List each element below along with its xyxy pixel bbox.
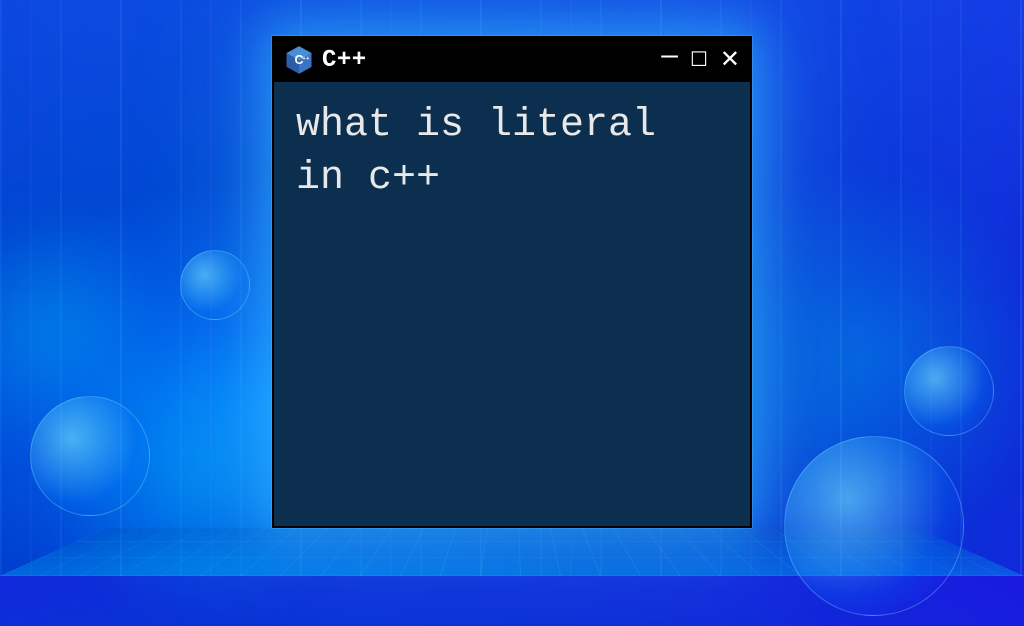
background-sphere (30, 396, 150, 516)
minimize-button[interactable]: – (661, 40, 678, 70)
background-sphere (180, 250, 250, 320)
cpp-icon: C + + (284, 45, 314, 75)
maximize-button[interactable]: ☐ (690, 50, 708, 70)
window-title: C++ (322, 47, 367, 74)
terminal-content: what is literal in c++ (274, 82, 750, 224)
terminal-window: C + + C++ – ☐ ✕ what is literal in c++ (272, 36, 752, 528)
background-sphere (904, 346, 994, 436)
background-sphere (784, 436, 964, 616)
titlebar[interactable]: C + + C++ – ☐ ✕ (274, 38, 750, 82)
close-button[interactable]: ✕ (720, 48, 740, 72)
window-controls: – ☐ ✕ (661, 45, 740, 75)
